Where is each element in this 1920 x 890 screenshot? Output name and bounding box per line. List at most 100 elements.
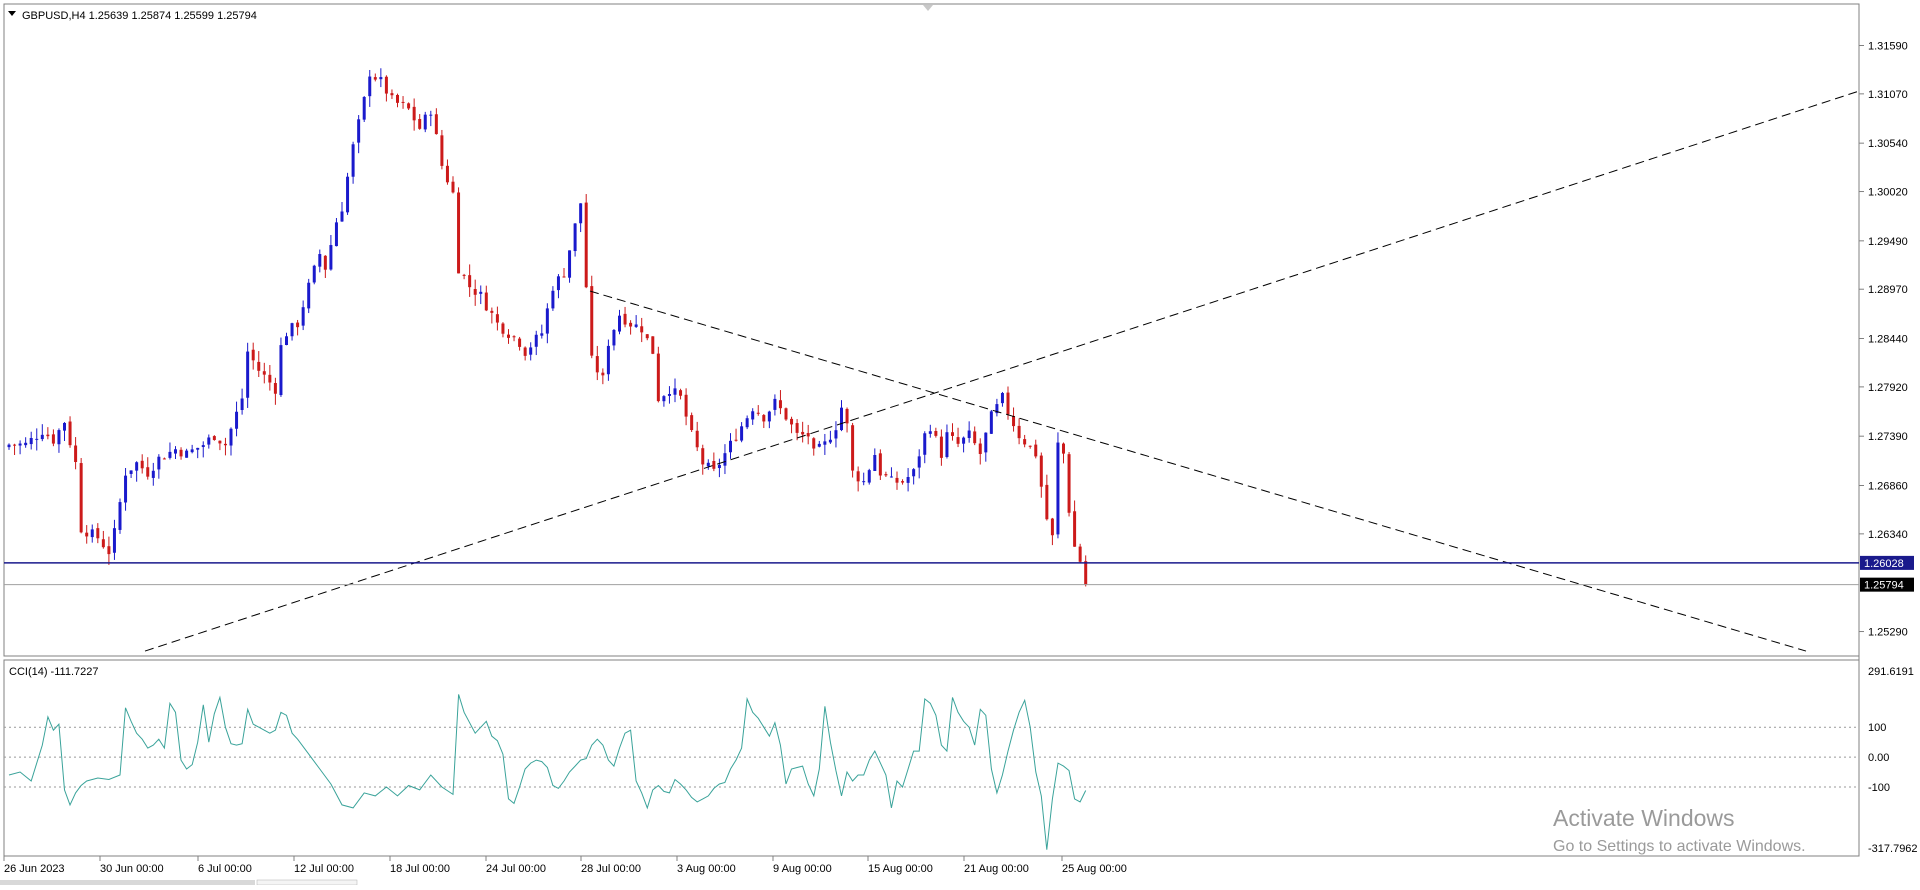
candle-body [1084,561,1088,585]
candle-body [312,265,316,283]
candle-body [112,528,116,553]
candle-body [1067,454,1071,513]
candle-body [473,289,477,295]
candle-body [723,453,727,466]
candle-body [1000,393,1004,404]
candle-body [140,460,144,469]
candle-body [212,436,216,440]
candle-body [817,443,821,447]
candle-body [523,347,527,356]
candle-body [540,333,544,336]
candle-body [679,390,683,396]
candle-body [346,176,350,213]
candle-body [579,203,583,224]
candle-body [157,456,161,470]
time-tick-label: 9 Aug 00:00 [773,863,832,875]
candle-body [307,282,311,309]
candle-body [1039,455,1043,487]
candle-body [729,440,732,453]
chart-tab-inactive[interactable] [0,880,255,885]
candle-body [445,165,449,183]
candle-body [29,437,33,445]
candle-body [612,330,616,346]
time-tick-label: 21 Aug 00:00 [964,863,1029,875]
candle-body [573,223,577,252]
cci-tick-label: 0.00 [1868,752,1889,764]
current-price-label: 1.25794 [1864,580,1904,592]
candle-body [379,77,383,80]
candle-body [1012,416,1016,427]
chart-svg: GBPUSD,H4 1.25639 1.25874 1.25599 1.2579… [0,0,1920,886]
candle-body [251,349,255,361]
price-tick-label: 1.27920 [1868,382,1908,394]
candle-body [923,433,927,455]
cci-tick-label: 100 [1868,722,1886,734]
candle-body [368,76,372,97]
time-tick-label: 30 Jun 00:00 [100,863,164,875]
candle-body [917,456,921,468]
candle-body [462,274,466,276]
candle-body [1017,425,1021,439]
candle-body [756,412,760,414]
watermark-subtitle: Go to Settings to activate Windows. [1553,838,1806,855]
candle-body [595,356,599,373]
candle-body [823,441,827,445]
candle-body [285,336,288,346]
candle-body [795,423,799,433]
trading-chart[interactable]: GBPUSD,H4 1.25639 1.25874 1.25599 1.2579… [0,0,1920,886]
candle-body [240,398,244,411]
candle-body [268,374,272,383]
candle-body [978,443,982,454]
candle-body [90,529,94,538]
candle-body [828,439,832,443]
candle-body [162,458,166,460]
candle-body [840,407,843,431]
price-tick-label: 1.31070 [1868,89,1908,101]
candle-body [129,470,133,474]
candle-body [351,144,355,177]
candle-body [290,323,294,337]
candle-body [373,77,377,80]
price-tick-label: 1.26340 [1868,529,1908,541]
candle-body [906,477,910,483]
candle-body [645,334,649,339]
candle-body [168,451,172,458]
candle-body [457,192,461,274]
candle-body [912,469,916,477]
price-tick-label: 1.31590 [1868,40,1908,52]
candle-body [629,322,633,327]
candle-body [13,444,17,446]
candle-body [279,345,283,396]
watermark-title: Activate Windows [1553,805,1735,831]
candle-body [651,336,655,354]
candle-body [762,415,766,422]
candle-body [801,431,805,435]
candle-body [606,345,610,375]
candle-body [384,76,388,94]
candle-body [989,411,993,434]
candle-body [529,347,533,355]
candle-body [773,398,777,410]
candle-body [296,322,300,328]
candle-body [490,310,494,313]
candle-body [235,411,239,429]
candle-body [706,462,710,467]
candle-body [1073,511,1077,547]
candle-body [684,394,688,417]
candle-body [967,430,971,438]
candle-body [201,445,205,448]
price-tick-label: 1.30540 [1868,138,1908,150]
candle-body [190,449,194,453]
candle-body [40,434,44,440]
candle-body [135,462,139,471]
candle-body [973,431,977,444]
candle-body [618,315,621,332]
candle-body [951,432,954,436]
candle-body [257,361,261,371]
candle-body [196,447,200,450]
candle-body [51,434,55,444]
time-tick-label: 15 Aug 00:00 [868,863,933,875]
chart-tab-active[interactable] [256,879,358,886]
candle-body [1045,484,1049,520]
candle-body [507,334,510,338]
